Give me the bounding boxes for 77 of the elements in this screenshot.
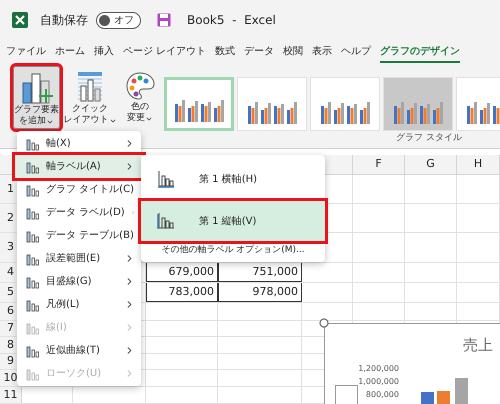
- chart-title: 売上: [463, 336, 493, 354]
- chart-style-thumbnail[interactable]: [164, 77, 234, 131]
- row-header: 1: [7, 180, 14, 197]
- chart-element-icon: [26, 252, 40, 266]
- chart-add-icon: [20, 71, 54, 105]
- menu-item[interactable]: 誤差範囲(E): [17, 247, 141, 270]
- menu-item[interactable]: 凡例(L): [17, 293, 141, 316]
- chart-style-thumbnail[interactable]: [383, 77, 453, 131]
- chart-element-icon: [26, 160, 40, 174]
- chart-element-icon: [26, 298, 40, 312]
- chart-element-icon: [26, 182, 40, 196]
- submenu-item[interactable]: 第 1 縦軸(V): [141, 201, 325, 241]
- ribbon-tab[interactable]: グラフのデザイン: [380, 42, 460, 62]
- axis-chart-icon: [157, 212, 175, 230]
- palette-icon: [124, 70, 156, 102]
- window-title: Book5 - Excel: [187, 12, 276, 29]
- ribbon-tab[interactable]: 校閲: [283, 42, 304, 62]
- chart-element-icon: [26, 206, 40, 220]
- row-header: 6: [7, 303, 14, 320]
- axis-tick-label: 1,000,000: [358, 377, 399, 387]
- table-cell-text: 978,000: [252, 284, 298, 300]
- chart-area[interactable]: 売上 1,200,000 1,000,000 800,000: [324, 323, 500, 404]
- column-header: F: [375, 156, 382, 172]
- menu-item[interactable]: 近似曲線(T): [17, 339, 141, 362]
- chart-layout-icon: [75, 70, 105, 104]
- row-header: 8: [7, 336, 14, 353]
- chart-element-icon: [26, 274, 40, 288]
- ribbon-tab[interactable]: 挿入: [94, 42, 114, 62]
- table-cell-text: 783,000: [168, 284, 214, 300]
- resize-handle-icon[interactable]: [319, 318, 329, 328]
- table-cell-text: 751,000: [252, 264, 298, 280]
- menu-item[interactable]: データ テーブル(B): [17, 224, 141, 247]
- group-label: グラフ スタイル: [396, 132, 462, 145]
- chart-element-icon: [26, 366, 40, 380]
- column-header: H: [474, 156, 482, 172]
- save-icon[interactable]: [157, 13, 171, 27]
- axis-tick-label: 1,200,000: [358, 364, 399, 374]
- table-cell-text: 679,000: [168, 264, 214, 280]
- menu-item[interactable]: グラフ タイトル(C): [17, 178, 141, 201]
- row-header: 7: [7, 320, 14, 336]
- submenu-item[interactable]: 第 1 横軸(H): [141, 159, 325, 199]
- chart-style-thumbnail[interactable]: [237, 77, 307, 131]
- chart-style-thumbnail[interactable]: [310, 77, 380, 131]
- menu-item[interactable]: 軸(X): [17, 132, 141, 155]
- excel-logo-icon: [12, 12, 28, 28]
- ribbon-tab[interactable]: ファイル: [6, 42, 46, 62]
- ribbon-button[interactable]: 色の 変更: [124, 66, 156, 129]
- chart-element-icon: [26, 344, 40, 358]
- chart-element-icon: [26, 228, 40, 242]
- ribbon-tab[interactable]: データ: [244, 42, 274, 62]
- ribbon-tab[interactable]: ホーム: [55, 42, 85, 62]
- menu-item[interactable]: 目盛線(G): [17, 270, 141, 293]
- row-header: 11: [4, 386, 18, 403]
- row-header: 10: [4, 370, 18, 386]
- axis-tick-label: 800,000: [366, 390, 399, 400]
- ribbon-button[interactable]: グラフ要素 を追加: [13, 66, 60, 129]
- chart-element-icon: [26, 320, 40, 334]
- row-header: 4: [7, 264, 14, 280]
- menu-item[interactable]: その他の軸ラベル オプション(M)...: [141, 241, 325, 260]
- axis-title-box[interactable]: [335, 385, 358, 404]
- axis-chart-icon: [157, 170, 175, 188]
- bars-drawing: [421, 378, 468, 404]
- ribbon-tab[interactable]: 数式: [215, 42, 236, 62]
- ribbon-tab[interactable]: ページ レイアウト: [123, 42, 206, 62]
- menu-item[interactable]: データ ラベル(D): [17, 201, 141, 224]
- ribbon-button[interactable]: クイック レイアウト: [66, 66, 114, 129]
- row-header: 3: [7, 239, 14, 256]
- menu-item[interactable]: 軸ラベル(A): [15, 155, 143, 178]
- ribbon-tab[interactable]: ヘルプ: [341, 42, 372, 62]
- ribbon-tab[interactable]: 表示: [312, 42, 332, 62]
- row-header: 2: [7, 210, 14, 226]
- chart-element-icon: [26, 136, 40, 150]
- autosave-label: 自動保存: [40, 12, 88, 29]
- autosave-toggle[interactable]: オフ: [96, 12, 141, 28]
- row-header: 5: [7, 284, 14, 300]
- column-header: G: [426, 156, 435, 172]
- row-header: 9: [7, 353, 14, 370]
